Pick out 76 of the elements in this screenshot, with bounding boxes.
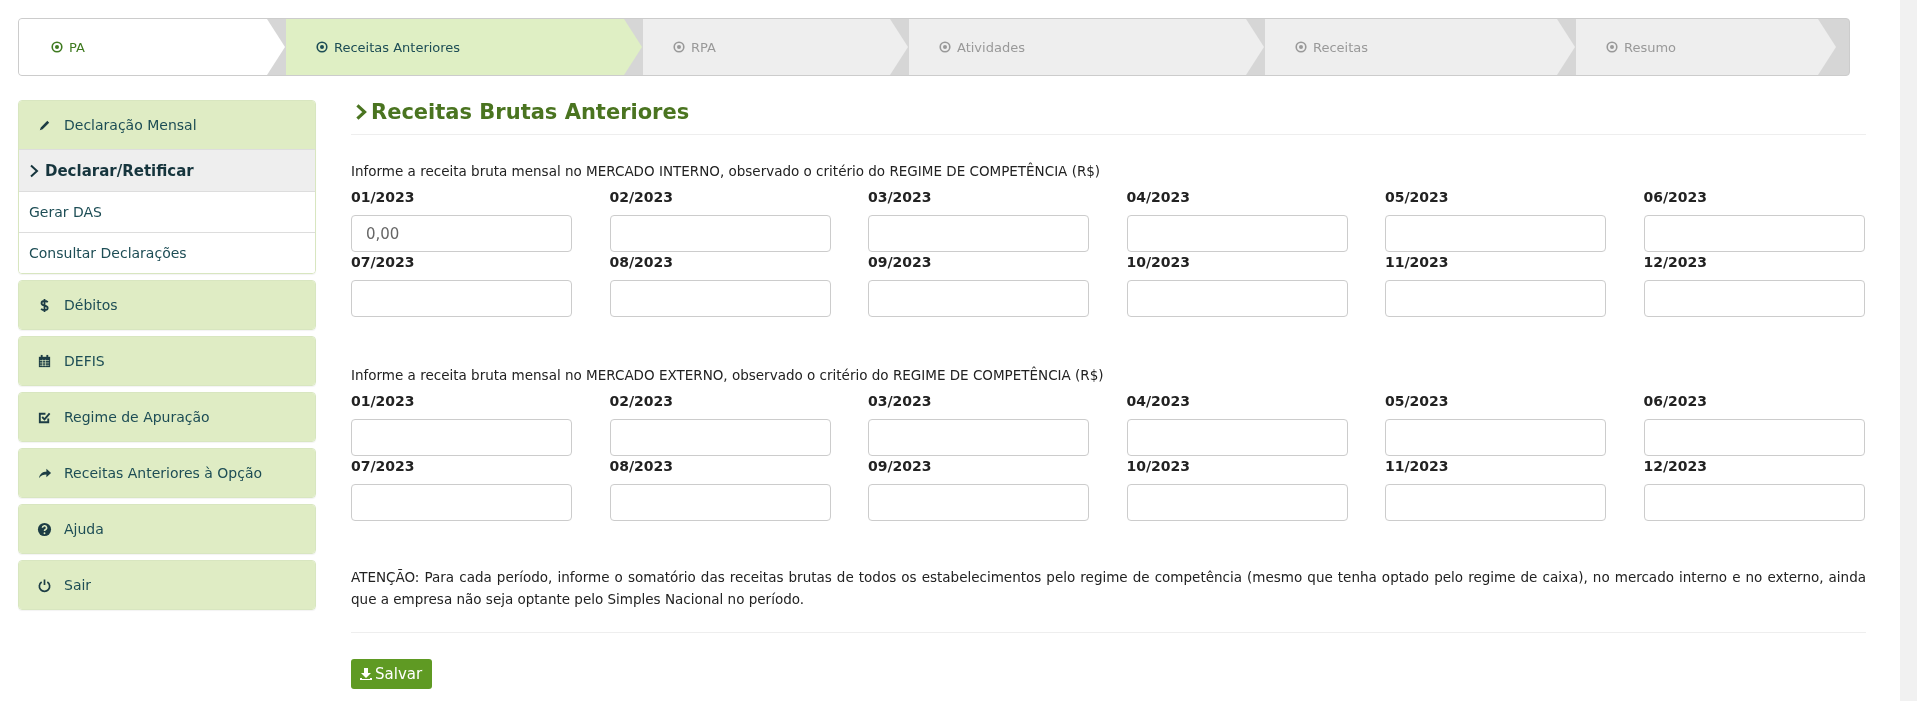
field-label: 05/2023: [1385, 393, 1450, 409]
input-field[interactable]: [1126, 215, 1348, 252]
field-label: 08/2023: [609, 458, 675, 474]
field-label: 09/2023: [868, 458, 933, 474]
menu-item[interactable]: DEFIS: [19, 337, 315, 385]
menu-item[interactable]: Regime de Apuração: [19, 393, 315, 441]
input-field[interactable]: [1126, 419, 1348, 456]
field-label: 09/2023: [868, 254, 933, 270]
field-label: 10/2023: [1126, 254, 1192, 270]
circle-dot-icon: [316, 41, 328, 53]
field-label: 08/2023: [609, 254, 675, 270]
menu-item[interactable]: Ajuda: [19, 505, 315, 553]
input-field[interactable]: [1385, 484, 1606, 521]
field-label: 12/2023: [1643, 254, 1709, 270]
field-label: 07/2023: [351, 254, 416, 270]
input-field[interactable]: [1385, 419, 1606, 456]
field-label: 11/2023: [1385, 458, 1450, 474]
menu-item[interactable]: Receitas Anteriores à Opção: [19, 449, 315, 497]
input-field[interactable]: [351, 484, 572, 521]
circle-dot-icon: [1606, 41, 1618, 53]
input-field[interactable]: [868, 280, 1089, 317]
instruction-text: Informe a receita bruta mensal no MERCADO EXTERNO, observado o critério do REGIME DE COMPETÊNCIA (R$): [351, 367, 1105, 383]
circle-dot-icon: [51, 41, 63, 53]
field-label: 03/2023: [868, 189, 933, 205]
circle-dot-icon: [939, 41, 951, 53]
input-field[interactable]: [1643, 484, 1865, 521]
input-field[interactable]: [609, 215, 831, 252]
instruction-text: Informe a receita bruta mensal no MERCADO INTERNO, observado o critério do REGIME DE COMPETÊNCIA (R$): [351, 163, 1102, 179]
input-field[interactable]: [868, 419, 1089, 456]
field-label: 04/2023: [1126, 393, 1192, 409]
menu-item[interactable]: Sair: [19, 561, 315, 609]
input-field[interactable]: [609, 484, 831, 521]
field-label: 06/2023: [1643, 189, 1709, 205]
field-label: 04/2023: [1126, 189, 1192, 205]
help-icon: [37, 521, 52, 537]
field-label: 11/2023: [1385, 254, 1450, 270]
input-field[interactable]: [1385, 215, 1606, 252]
input-field[interactable]: 0,00: [351, 215, 572, 252]
field-label: 07/2023: [351, 458, 416, 474]
menu-item[interactable]: Débitos: [19, 281, 315, 329]
field-label: 06/2023: [1643, 393, 1709, 409]
input-field[interactable]: [1643, 280, 1865, 317]
field-label: 05/2023: [1385, 189, 1450, 205]
input-field[interactable]: [351, 280, 572, 317]
input-field[interactable]: [868, 484, 1089, 521]
field-label: 01/2023: [351, 393, 416, 409]
field-label: 03/2023: [868, 393, 933, 409]
input-field[interactable]: [609, 280, 831, 317]
field-label: 10/2023: [1126, 458, 1192, 474]
input-field[interactable]: [1385, 280, 1606, 317]
input-field[interactable]: [1643, 419, 1865, 456]
input-field[interactable]: [1126, 484, 1348, 521]
field-label: 02/2023: [609, 393, 675, 409]
submenu-item[interactable]: Gerar DAS: [19, 191, 315, 232]
circle-dot-icon: [673, 41, 685, 53]
section-title: Receitas Brutas Anteriores: [371, 100, 690, 124]
wizard-step[interactable]: PA: [19, 19, 285, 75]
submenu-item[interactable]: Declarar/Retificar: [19, 149, 315, 191]
chevron-right-icon: [355, 103, 367, 121]
input-field[interactable]: [351, 419, 572, 456]
input-field[interactable]: [1643, 215, 1865, 252]
power-icon: [37, 577, 52, 593]
input-field[interactable]: [609, 419, 831, 456]
circle-dot-icon: [1295, 41, 1307, 53]
submenu-item[interactable]: Consultar Declarações: [19, 232, 315, 273]
calendar-icon: [37, 353, 52, 369]
wizard-step[interactable]: Receitas Anteriores: [286, 19, 642, 75]
field-label: 02/2023: [609, 189, 675, 205]
input-field[interactable]: [868, 215, 1089, 252]
notice-text: ATENÇÃO: Para cada período, informe o somatório das receitas brutas de todos os estabelecimentos pelo regime de competência (mesmo que tenha optado pelo regime de caixa), no mercado interno e no externo, ainda que a empresa não seja optante pelo Simples Nacional no período.: [351, 567, 1866, 634]
menu-item[interactable]: Declaração Mensal: [19, 101, 315, 149]
download-icon: [359, 667, 373, 682]
input-field[interactable]: [1126, 280, 1348, 317]
field-label: 01/2023: [351, 189, 416, 205]
field-label: 12/2023: [1643, 458, 1709, 474]
chevron-right-icon: [29, 163, 39, 178]
